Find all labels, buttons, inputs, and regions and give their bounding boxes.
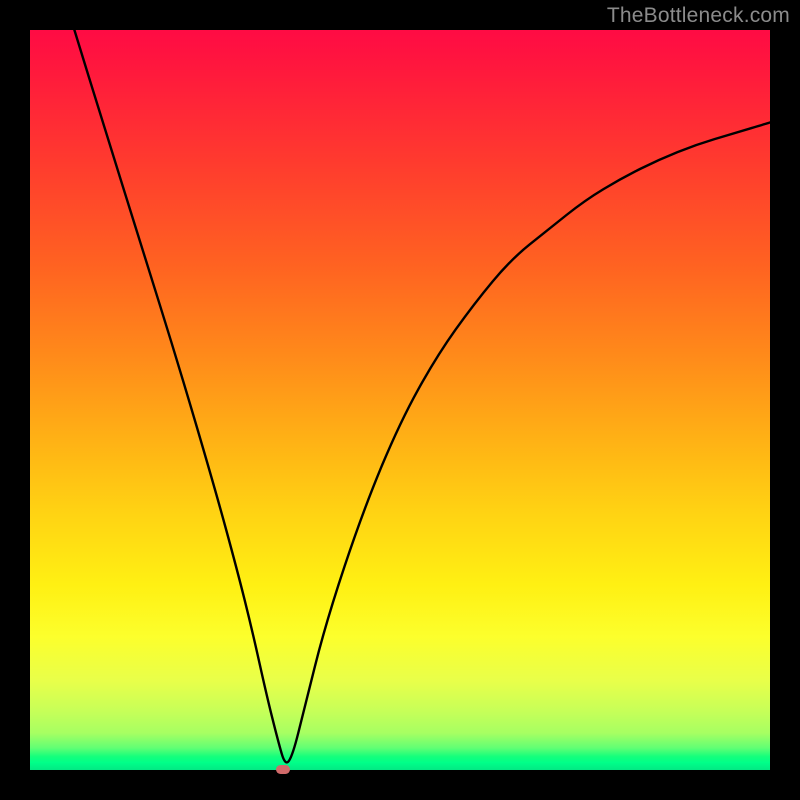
curve-path (74, 30, 770, 762)
chart-frame: TheBottleneck.com (0, 0, 800, 800)
bottleneck-curve (30, 30, 770, 770)
minimum-marker (276, 765, 290, 774)
plot-area (30, 30, 770, 770)
watermark-text: TheBottleneck.com (607, 4, 790, 28)
